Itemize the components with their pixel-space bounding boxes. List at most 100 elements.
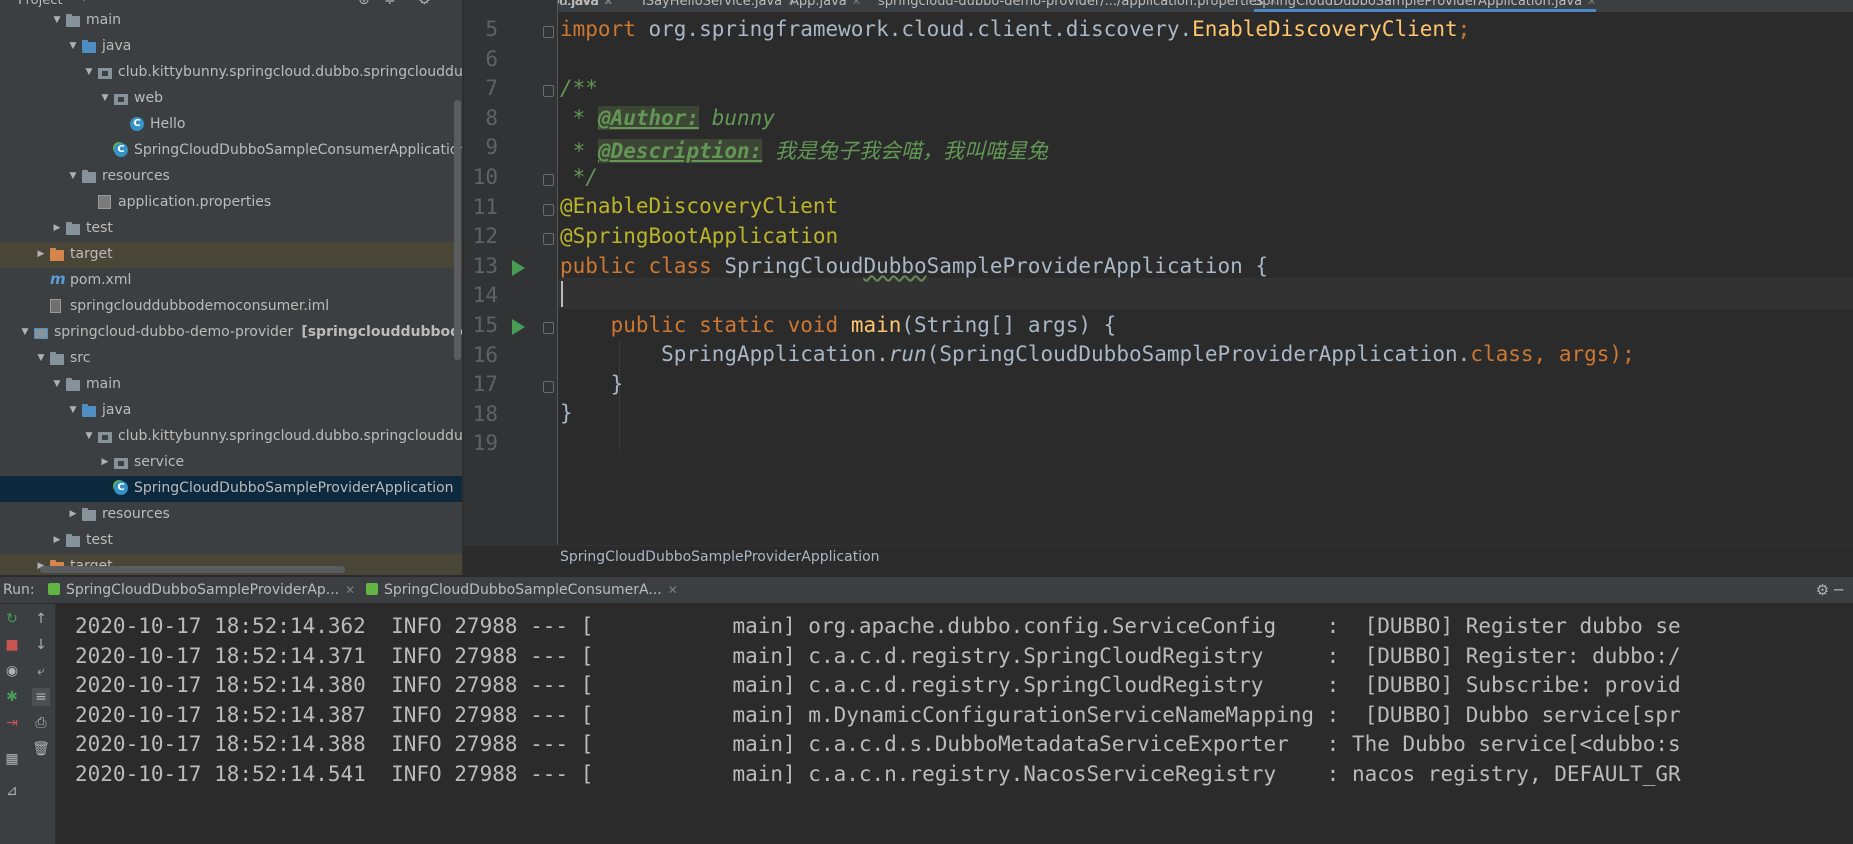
run-tab-provider[interactable]: SpringCloudDubboSampleProviderAp... ✕: [48, 582, 355, 598]
chevron-down-icon[interactable]: ▼: [80, 0, 88, 3]
trash-icon[interactable]: 🗑: [32, 740, 50, 758]
chevron-down-icon[interactable]: ▼: [20, 327, 30, 337]
code-line-10[interactable]: */: [560, 165, 598, 189]
console-output[interactable]: 2020-10-17 18:52:14.362 INFO 27988 --- […: [57, 604, 1853, 844]
code-line-13[interactable]: public class SpringCloudDubboSampleProvi…: [560, 254, 1268, 278]
tree-item[interactable]: C SpringCloudDubboSampleProviderApplicati…: [0, 476, 462, 502]
gear-icon[interactable]: ⚙ ─: [1816, 581, 1843, 599]
fold-icon[interactable]: [543, 85, 554, 98]
chevron-down-icon[interactable]: ▼: [84, 67, 94, 77]
tree-item[interactable]: ▼ resources: [0, 164, 462, 190]
close-icon[interactable]: ✕: [345, 583, 355, 597]
code-line-18[interactable]: }: [560, 401, 573, 425]
tree-item[interactable]: m pom.xml: [0, 268, 462, 294]
editor-tab[interactable]: SpringCloudDubboSampleProviderApplicatio…: [1254, 0, 1597, 12]
chevron-right-icon[interactable]: ▶: [52, 535, 62, 545]
tree-horizontal-scrollbar[interactable]: [40, 566, 345, 573]
code-line-16[interactable]: SpringApplication.run(SpringCloudDubboSa…: [560, 342, 1635, 366]
line-number: 15: [472, 313, 498, 337]
tree-item[interactable]: ▼ src: [0, 346, 462, 372]
editor-tab[interactable]: ISayHelloService.java ✕: [642, 0, 796, 12]
pin-icon[interactable]: ⊿: [3, 782, 21, 800]
tree-item[interactable]: ▼ springcloud-dubbo-demo-provider [springc…: [0, 320, 462, 346]
editor-tab[interactable]: App.java ✕: [790, 0, 861, 12]
run-gutter-icon[interactable]: [512, 319, 525, 335]
tree-item-label: java: [102, 38, 132, 54]
print-icon[interactable]: ⎙: [32, 714, 50, 732]
tree-item[interactable]: application.properties: [0, 190, 462, 216]
gear-icon[interactable]: ⚙: [418, 0, 431, 8]
run-tab-consumer[interactable]: SpringCloudDubboSampleConsumerA... ✕: [366, 582, 678, 598]
close-icon[interactable]: ✕: [852, 0, 861, 8]
tree-item[interactable]: ▶ target: [0, 242, 462, 268]
chevron-right-icon[interactable]: ▶: [36, 249, 46, 259]
code-line-11[interactable]: @EnableDiscoveryClient: [560, 194, 838, 218]
tree-item[interactable]: springclouddubbodemoconsumer.iml: [0, 294, 462, 320]
tree-item[interactable]: ▶ test: [0, 528, 462, 554]
chevron-down-icon[interactable]: ▼: [68, 41, 78, 51]
tree-item[interactable]: ▼ main: [0, 8, 462, 34]
tree-item-label: test: [86, 532, 113, 548]
run-gutter-icon[interactable]: [512, 259, 525, 276]
package-icon: [114, 455, 130, 471]
tree-item[interactable]: C Hello: [0, 112, 462, 138]
fold-icon[interactable]: [543, 322, 554, 334]
spring-boot-icon: [366, 583, 378, 595]
tree-item[interactable]: ▼ web: [0, 86, 462, 112]
class-literal: class: [1470, 342, 1534, 366]
fold-icon[interactable]: [543, 381, 554, 394]
fold-icon[interactable]: [543, 203, 554, 216]
scroll-down-icon[interactable]: ↓: [32, 636, 50, 654]
close-icon[interactable]: ✕: [1587, 0, 1596, 8]
tree-item[interactable]: ▼ club.kittybunny.springcloud.dubbo.sprin…: [0, 424, 462, 450]
chevron-down-icon[interactable]: ▼: [68, 405, 78, 415]
code-line-8[interactable]: * @Author: bunny: [560, 106, 775, 130]
tree-item[interactable]: ▼ java: [0, 398, 462, 424]
tree-item[interactable]: ▼ java: [0, 34, 462, 60]
scroll-up-icon[interactable]: ↑: [32, 610, 50, 628]
code-line-5[interactable]: import org.springframework.cloud.client.…: [560, 17, 1470, 41]
chevron-down-icon[interactable]: ▼: [52, 379, 62, 389]
layout-icon[interactable]: ▦: [3, 750, 21, 768]
fold-icon[interactable]: [543, 233, 554, 246]
tree-scrollbar[interactable]: [454, 100, 461, 360]
chevron-down-icon[interactable]: ▼: [84, 431, 94, 441]
code-line-17[interactable]: }: [560, 372, 624, 396]
tree-item[interactable]: ▼ club.kittybunny.springcloud.dubbo.sprin…: [0, 60, 462, 86]
soft-wrap-icon[interactable]: ⤶: [32, 662, 50, 680]
code-line-7[interactable]: /**: [560, 76, 598, 100]
chevron-down-icon[interactable]: ▼: [100, 93, 110, 103]
tree-item[interactable]: C SpringCloudDubboSampleConsumerApplicati…: [0, 138, 462, 164]
code-line-15[interactable]: public static void main(String[] args) {: [560, 313, 1117, 337]
method-signature: (String[] args) {: [901, 313, 1117, 337]
tree-item[interactable]: ▶ test: [0, 216, 462, 242]
collapse-all-icon[interactable]: ≑: [384, 0, 396, 8]
camera-icon[interactable]: ◉: [3, 662, 21, 680]
target-icon[interactable]: ⊕: [358, 0, 370, 8]
chevron-down-icon[interactable]: ▼: [68, 171, 78, 181]
tree-item[interactable]: ▼ main: [0, 372, 462, 398]
close-icon[interactable]: ✕: [603, 0, 612, 8]
close-icon[interactable]: ✕: [668, 583, 678, 597]
chevron-down-icon[interactable]: ▼: [52, 15, 62, 25]
code-line-12[interactable]: @SpringBootApplication: [560, 224, 838, 248]
project-title[interactable]: Project: [18, 0, 62, 8]
rerun-icon[interactable]: ↻: [3, 610, 21, 628]
chevron-right-icon[interactable]: ▶: [52, 223, 62, 233]
debug-icon[interactable]: ✱: [3, 688, 21, 706]
module-file-icon: [50, 299, 66, 315]
tree-item[interactable]: ▶ resources: [0, 502, 462, 528]
code-line-9[interactable]: * @Description: 我是兔子我会喵，我叫喵星兔: [560, 135, 1048, 165]
chevron-down-icon[interactable]: ▼: [36, 353, 46, 363]
chevron-right-icon[interactable]: ▶: [68, 509, 78, 519]
scroll-to-end-icon[interactable]: ≡: [32, 688, 50, 706]
tree-item[interactable]: ▶ service: [0, 450, 462, 476]
editor-tab[interactable]: springcloud-dubbo-demo-provider/.../appl…: [878, 0, 1278, 12]
stop-icon[interactable]: ■: [3, 636, 21, 654]
chevron-right-icon[interactable]: ▶: [100, 457, 110, 467]
fold-icon[interactable]: [543, 26, 554, 38]
fold-icon[interactable]: [543, 174, 554, 186]
breadcrumb[interactable]: SpringCloudDubboSampleProviderApplicatio…: [560, 549, 880, 565]
exit-icon[interactable]: ⇥: [3, 714, 21, 732]
